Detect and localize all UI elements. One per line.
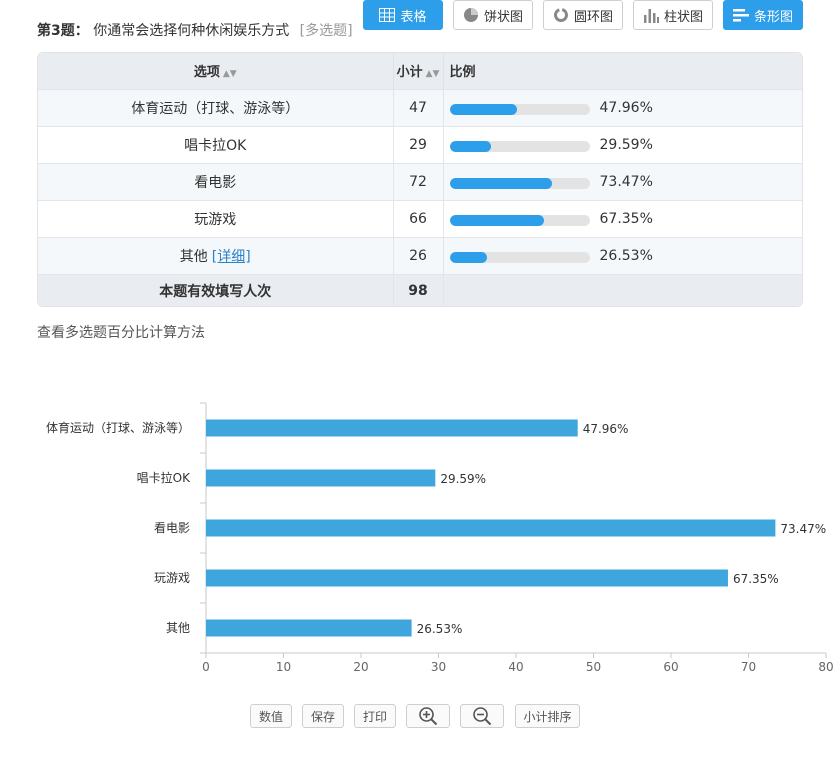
ring-icon bbox=[553, 8, 568, 22]
x-tick-label: 40 bbox=[508, 660, 523, 674]
detail-link[interactable]: [详细] bbox=[212, 249, 251, 265]
option-cell: 玩游戏 bbox=[38, 199, 394, 237]
question-number: 第3题： bbox=[37, 23, 89, 39]
view-button-label: 圆环图 bbox=[573, 9, 613, 25]
pie-icon bbox=[463, 8, 478, 22]
x-tick-label: 30 bbox=[431, 660, 446, 674]
x-tick-label: 60 bbox=[663, 660, 678, 674]
print-button[interactable]: 打印 bbox=[354, 704, 396, 728]
table-icon bbox=[379, 8, 396, 22]
percent-value: 29.59% bbox=[599, 136, 653, 153]
x-tick-label: 70 bbox=[741, 660, 756, 674]
x-tick-label: 10 bbox=[276, 660, 291, 674]
progress-bar bbox=[449, 177, 590, 189]
percent-value: 67.35% bbox=[599, 210, 653, 227]
calc-method-link[interactable]: 查看多选题百分比计算方法 bbox=[37, 322, 205, 342]
header-option[interactable]: 选项 ▲▼ bbox=[38, 53, 394, 89]
option-cell: 唱卡拉OK bbox=[38, 125, 394, 163]
bar-chart: 0 10 20 30 40 50 60 70 80 体育运动（打球、游泳等） 47.96% 唱卡拉OK… bbox=[46, 402, 834, 674]
table-row: 体育运动（打球、游泳等） 47 47.96% bbox=[38, 88, 802, 126]
bar bbox=[206, 569, 728, 587]
count-cell: 47 bbox=[393, 88, 444, 126]
percent-value: 73.47% bbox=[599, 173, 653, 190]
view-button-label: 饼状图 bbox=[483, 9, 523, 25]
view-ring-button[interactable]: 圆环图 bbox=[543, 0, 623, 30]
progress-bar bbox=[449, 251, 590, 263]
option-cell: 体育运动（打球、游泳等） bbox=[38, 88, 394, 126]
zoom-in-icon bbox=[419, 707, 438, 726]
total-blank bbox=[443, 273, 802, 306]
ratio-cell: 67.35% bbox=[443, 199, 802, 237]
bar bbox=[206, 419, 578, 437]
sort-icon[interactable]: ▲▼ bbox=[426, 69, 440, 79]
ratio-cell: 73.47% bbox=[443, 162, 802, 200]
zoom-out-button[interactable] bbox=[460, 704, 504, 728]
ratio-cell: 29.59% bbox=[443, 125, 802, 163]
column-icon bbox=[643, 9, 659, 23]
view-table-button[interactable]: 表格 bbox=[363, 0, 443, 30]
progress-fill bbox=[449, 251, 487, 263]
bar bbox=[206, 469, 436, 487]
question-type: [多选题] bbox=[299, 23, 353, 39]
total-row: 本题有效填写人次 98 bbox=[38, 273, 802, 306]
progress-bar bbox=[449, 214, 590, 226]
question-text: 你通常会选择何种休闲娱乐方式 bbox=[93, 23, 290, 39]
total-value: 98 bbox=[393, 273, 444, 306]
percent-value: 26.53% bbox=[599, 247, 653, 264]
option-cell: 看电影 bbox=[38, 162, 394, 200]
data-label: 73.47% bbox=[780, 522, 826, 536]
bar bbox=[206, 519, 776, 537]
value-button[interactable]: 数值 bbox=[250, 704, 292, 728]
count-cell: 29 bbox=[393, 125, 444, 163]
bar-icon bbox=[732, 9, 749, 22]
percent-value: 47.96% bbox=[599, 99, 653, 116]
sort-by-count-button[interactable]: 小计排序 bbox=[515, 704, 580, 728]
progress-bar bbox=[449, 103, 590, 115]
count-cell: 26 bbox=[393, 236, 444, 274]
category-label: 看电影 bbox=[154, 521, 190, 535]
category-label: 玩游戏 bbox=[154, 571, 190, 585]
table-row: 玩游戏 66 67.35% bbox=[38, 199, 802, 237]
save-button[interactable]: 保存 bbox=[302, 704, 344, 728]
x-tick-label: 20 bbox=[353, 660, 368, 674]
ratio-cell: 47.96% bbox=[443, 88, 802, 126]
bar bbox=[206, 619, 412, 637]
zoom-in-button[interactable] bbox=[406, 704, 450, 728]
view-button-label: 表格 bbox=[400, 9, 427, 25]
table-row: 看电影 72 73.47% bbox=[38, 162, 802, 200]
progress-fill bbox=[449, 103, 517, 115]
sort-icon[interactable]: ▲▼ bbox=[223, 69, 237, 79]
progress-bar bbox=[449, 140, 590, 152]
x-tick-label: 80 bbox=[818, 660, 833, 674]
category-label: 唱卡拉OK bbox=[137, 470, 191, 485]
view-bar-button[interactable]: 条形图 bbox=[723, 0, 803, 30]
results-table: 选项 ▲▼ 小计 ▲▼ 比例 体育运动（打球、游泳等） 47 47.96% 唱卡拉O… bbox=[37, 52, 803, 307]
data-label: 47.96% bbox=[583, 422, 629, 436]
count-cell: 66 bbox=[393, 199, 444, 237]
category-label: 体育运动（打球、游泳等） bbox=[46, 420, 190, 435]
view-button-label: 柱状图 bbox=[663, 9, 703, 25]
progress-fill bbox=[449, 177, 553, 189]
category-label: 其他 bbox=[166, 621, 190, 635]
option-cell: 其他 [详细] bbox=[38, 236, 394, 274]
progress-fill bbox=[449, 214, 544, 226]
data-label: 26.53% bbox=[417, 622, 463, 636]
question-title: 第3题： 你通常会选择何种休闲娱乐方式 [多选题] bbox=[37, 20, 353, 40]
x-tick-label: 50 bbox=[586, 660, 601, 674]
view-button-label: 条形图 bbox=[753, 9, 793, 25]
data-label: 67.35% bbox=[733, 572, 779, 586]
zoom-out-icon bbox=[473, 707, 492, 726]
progress-fill bbox=[449, 140, 491, 152]
count-cell: 72 bbox=[393, 162, 444, 200]
table-row: 唱卡拉OK 29 29.59% bbox=[38, 125, 802, 163]
x-tick-label: 0 bbox=[202, 660, 210, 674]
data-label: 29.59% bbox=[440, 472, 486, 486]
view-pie-button[interactable]: 饼状图 bbox=[453, 0, 533, 30]
header-count[interactable]: 小计 ▲▼ bbox=[393, 53, 444, 89]
table-row: 其他 [详细] 26 26.53% bbox=[38, 236, 802, 274]
total-label: 本题有效填写人次 bbox=[38, 273, 394, 306]
ratio-cell: 26.53% bbox=[443, 236, 802, 274]
header-ratio: 比例 bbox=[443, 53, 802, 89]
view-column-button[interactable]: 柱状图 bbox=[633, 0, 713, 30]
